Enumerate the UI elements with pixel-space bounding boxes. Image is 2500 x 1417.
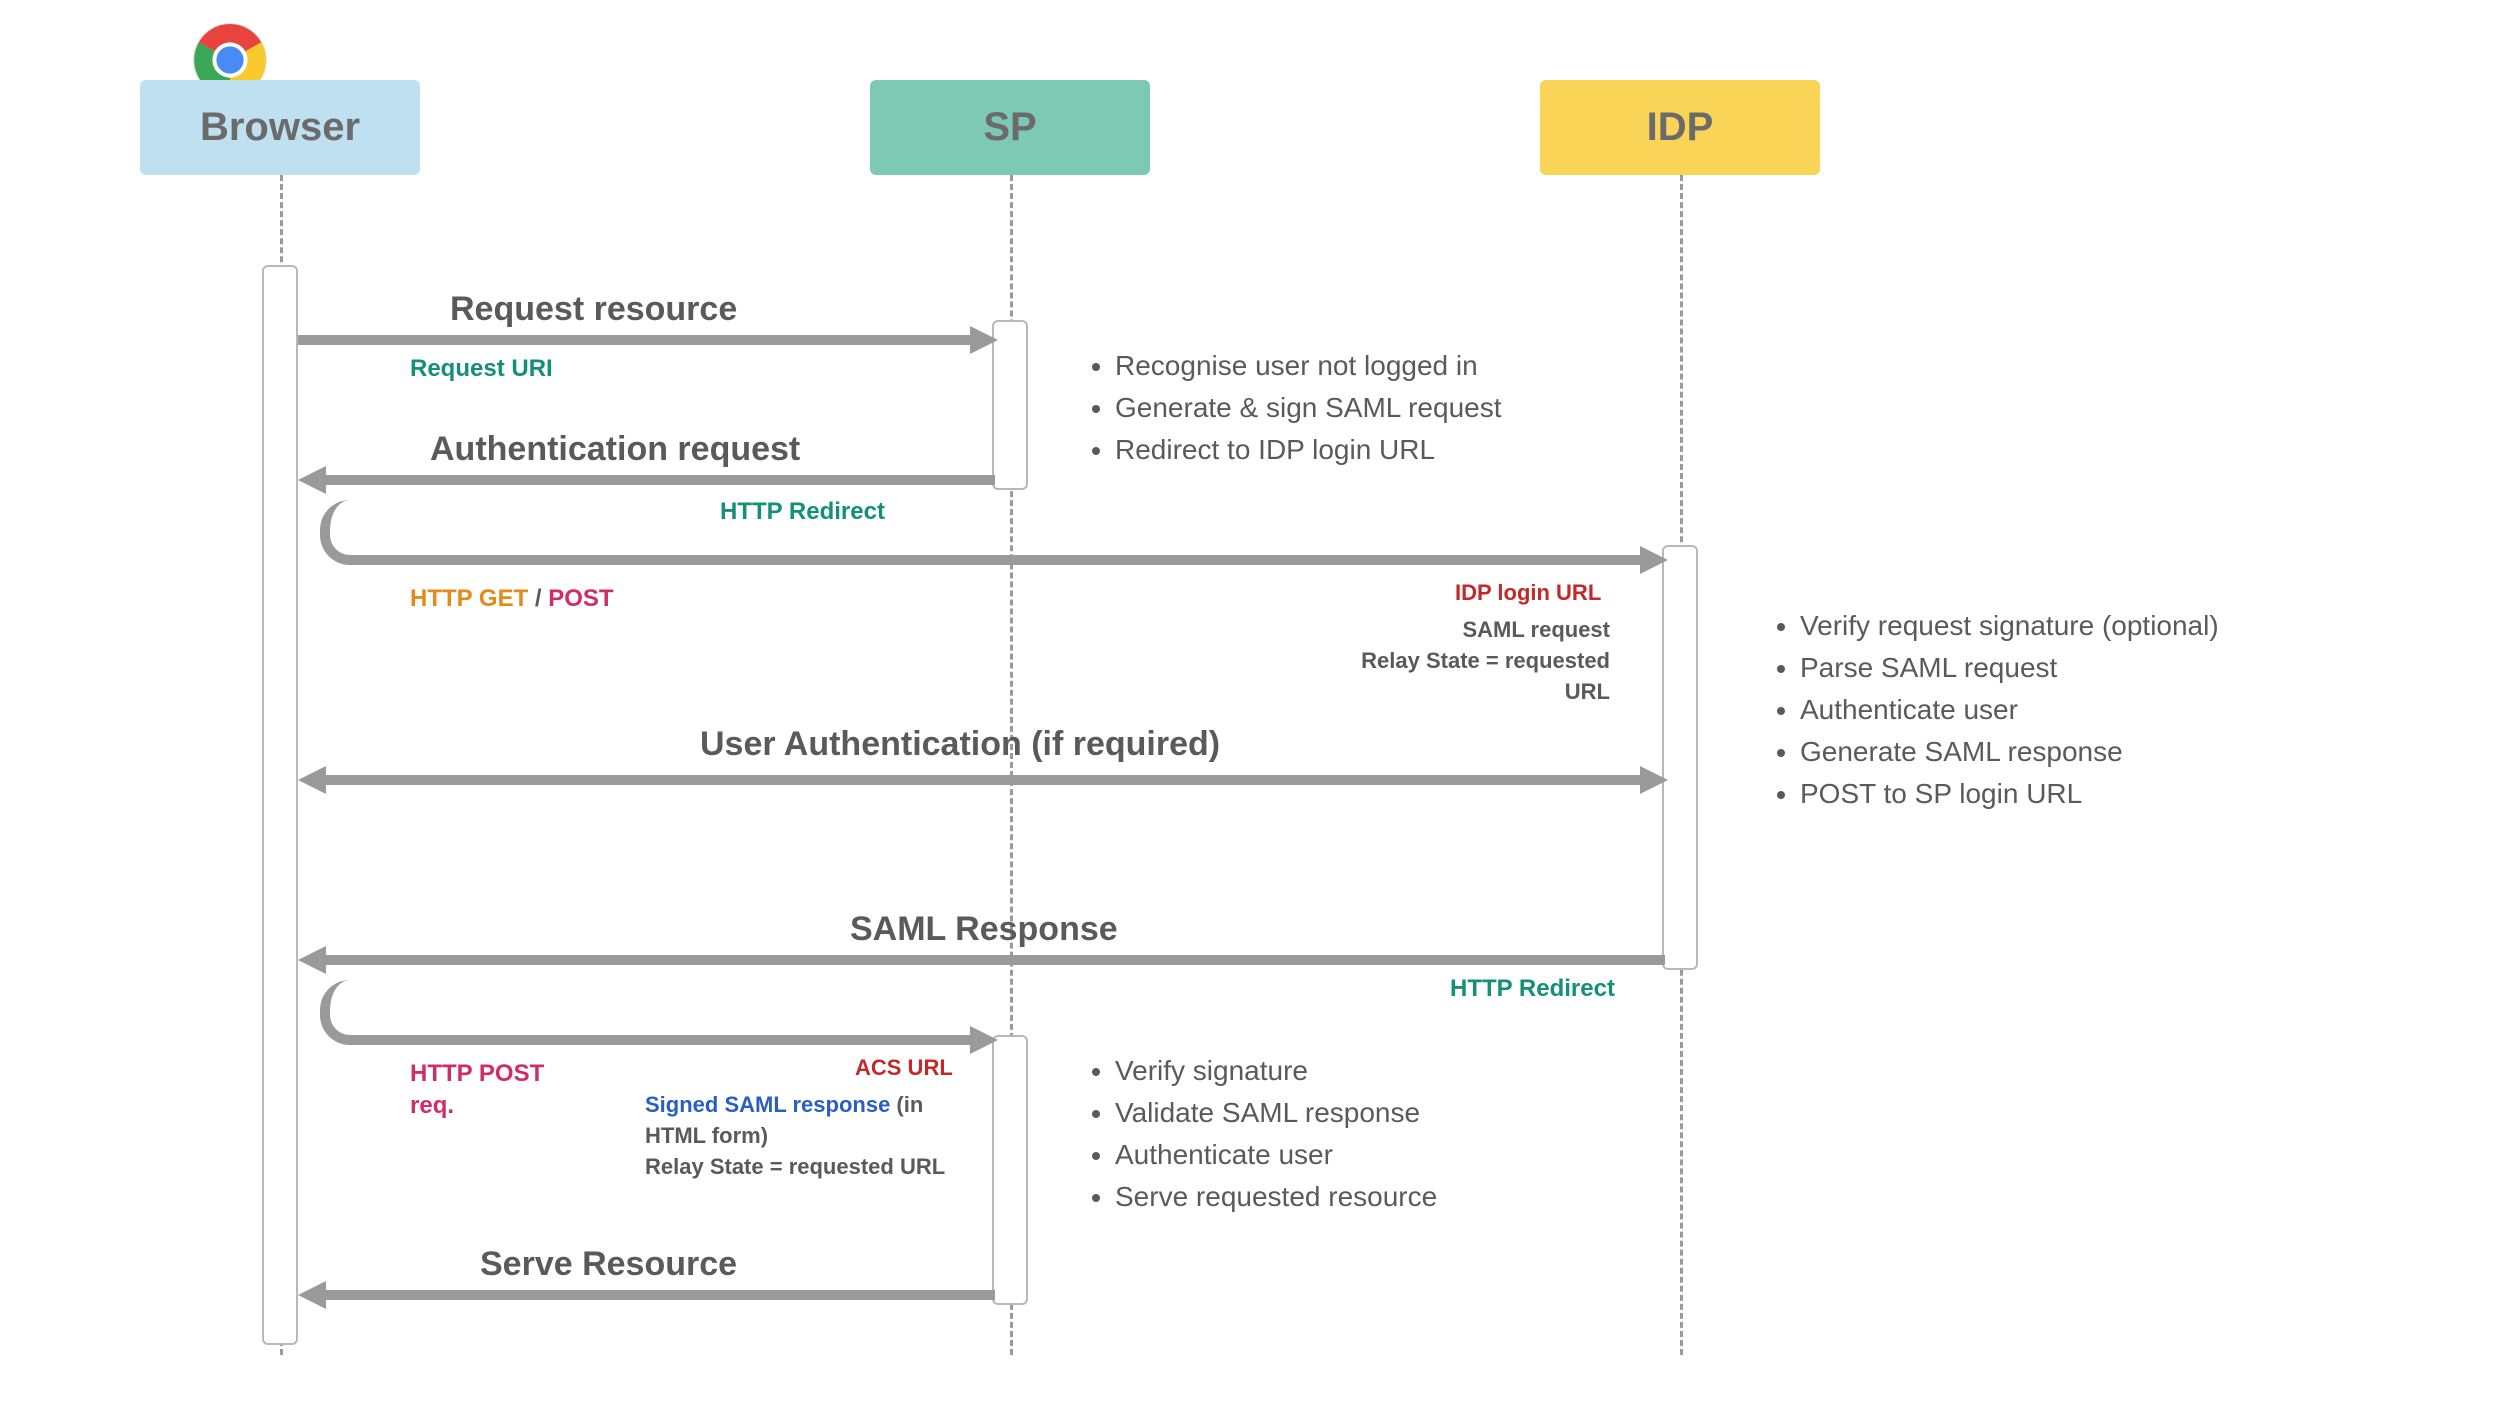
label-http-post: HTTP POST bbox=[410, 1060, 544, 1088]
arrow-saml-response bbox=[320, 955, 1665, 965]
arrowhead-saml-response bbox=[298, 946, 326, 974]
label-post: POST bbox=[548, 585, 613, 612]
arrow-auth-request bbox=[320, 475, 995, 485]
label-relay-state-2: Relay State = requested URL bbox=[645, 1152, 975, 1183]
arrow-request-resource bbox=[298, 335, 978, 345]
arrowhead-user-auth-left bbox=[298, 766, 326, 794]
arrow-user-auth bbox=[320, 775, 1650, 785]
arrowhead-to-idp bbox=[1640, 546, 1668, 574]
arrow-serve-resource bbox=[320, 1290, 995, 1300]
arrow-to-sp bbox=[350, 1035, 980, 1045]
arrowhead-auth-request bbox=[298, 466, 326, 494]
label-request-resource: Request resource bbox=[450, 290, 737, 329]
note-item: Parse SAML request bbox=[1800, 647, 2219, 689]
arrowhead-request-resource bbox=[970, 326, 998, 354]
saml-sequence-diagram: Browser SP IDP Request resource Request … bbox=[0, 0, 2500, 1417]
notes-sp-final: Verify signature Validate SAML response … bbox=[1085, 1050, 1437, 1218]
note-item: Generate & sign SAML request bbox=[1115, 387, 1502, 429]
note-item: Validate SAML response bbox=[1115, 1092, 1437, 1134]
note-item: Redirect to IDP login URL bbox=[1115, 429, 1502, 471]
label-http-redirect-2: HTTP Redirect bbox=[1450, 975, 1615, 1003]
note-item: POST to SP login URL bbox=[1800, 773, 2219, 815]
arrowhead-to-sp bbox=[970, 1026, 998, 1054]
label-http-get-post: HTTP GET / POST bbox=[410, 585, 614, 613]
arrow-to-idp bbox=[350, 555, 1650, 565]
label-signed-saml: Signed SAML response bbox=[645, 1092, 890, 1117]
participant-browser: Browser bbox=[140, 80, 420, 175]
label-idp-login-url: IDP login URL bbox=[1455, 580, 1601, 606]
label-saml-request: SAML request bbox=[1330, 615, 1610, 646]
label-acs-url: ACS URL bbox=[855, 1055, 953, 1081]
label-slash: / bbox=[528, 585, 548, 612]
activation-idp bbox=[1662, 545, 1698, 970]
note-item: Authenticate user bbox=[1115, 1134, 1437, 1176]
label-http-get: HTTP GET bbox=[410, 585, 528, 612]
arrowhead-serve-resource bbox=[298, 1281, 326, 1309]
label-req: req. bbox=[410, 1092, 454, 1120]
participant-idp: IDP bbox=[1540, 80, 1820, 175]
note-item: Recognise user not logged in bbox=[1115, 345, 1502, 387]
label-request-uri: Request URI bbox=[410, 355, 553, 383]
label-relay-state-1: Relay State = requested URL bbox=[1330, 646, 1610, 708]
activation-sp-2 bbox=[992, 1035, 1028, 1305]
note-item: Generate SAML response bbox=[1800, 731, 2219, 773]
label-saml-response: SAML Response bbox=[850, 910, 1118, 949]
label-serve-resource: Serve Resource bbox=[480, 1245, 737, 1284]
note-item: Serve requested resource bbox=[1115, 1176, 1437, 1218]
activation-browser bbox=[262, 265, 298, 1345]
label-auth-request: Authentication request bbox=[430, 430, 800, 469]
note-item: Authenticate user bbox=[1800, 689, 2219, 731]
note-item: Verify signature bbox=[1115, 1050, 1437, 1092]
label-http-redirect-1: HTTP Redirect bbox=[720, 498, 885, 526]
label-user-auth: User Authentication (if required) bbox=[700, 725, 1220, 764]
arrowhead-user-auth-right bbox=[1640, 766, 1668, 794]
notes-idp: Verify request signature (optional) Pars… bbox=[1770, 605, 2219, 815]
note-item: Verify request signature (optional) bbox=[1800, 605, 2219, 647]
participant-sp: SP bbox=[870, 80, 1150, 175]
notes-sp-initial: Recognise user not logged in Generate & … bbox=[1085, 345, 1502, 471]
